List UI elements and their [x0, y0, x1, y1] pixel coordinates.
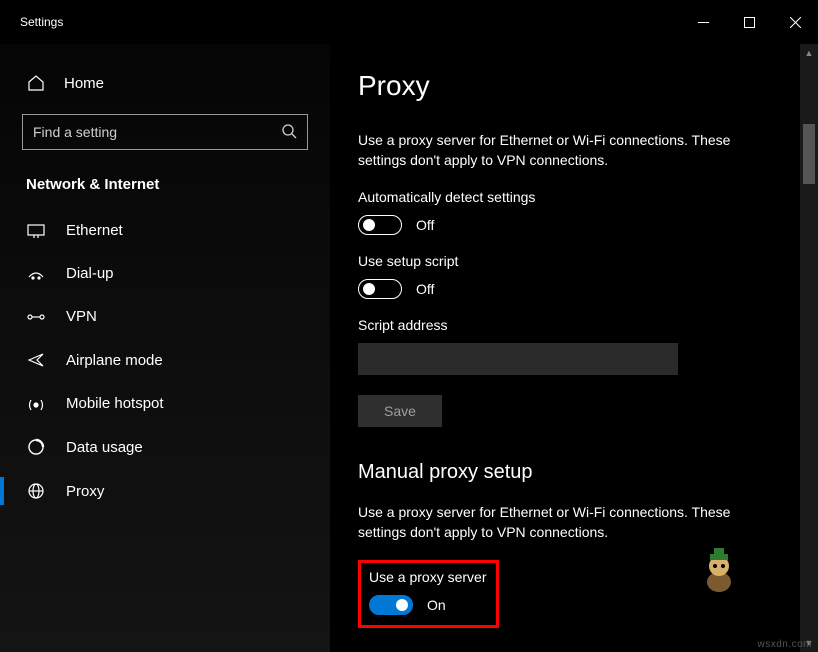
titlebar: Settings [0, 0, 818, 44]
ethernet-icon [26, 224, 46, 238]
page-title: Proxy [358, 70, 764, 102]
sidebar-item-hotspot[interactable]: Mobile hotspot [0, 382, 330, 425]
sidebar-item-label: Dial-up [66, 265, 114, 282]
sidebar: Home Network & Internet Ethernet [0, 44, 330, 652]
sidebar-section-title: Network & Internet [0, 168, 330, 209]
dialup-icon [26, 267, 46, 281]
minimize-button[interactable] [680, 6, 726, 38]
window-controls [680, 6, 818, 38]
home-label: Home [64, 75, 104, 92]
airplane-icon [26, 351, 46, 369]
setup-script-label: Use setup script [358, 253, 764, 269]
sidebar-item-label: Airplane mode [66, 352, 163, 369]
sidebar-item-label: Mobile hotspot [66, 395, 164, 412]
vertical-scrollbar[interactable]: ▲ ▼ [800, 44, 818, 652]
auto-detect-label: Automatically detect settings [358, 189, 764, 205]
use-proxy-highlight: Use a proxy server On [358, 560, 499, 628]
vpn-icon [26, 310, 46, 324]
save-button[interactable]: Save [358, 395, 442, 427]
script-address-input[interactable] [358, 343, 678, 375]
close-icon [790, 17, 801, 28]
sidebar-item-dialup[interactable]: Dial-up [0, 252, 330, 295]
scroll-thumb[interactable] [803, 124, 815, 184]
proxy-description-2: Use a proxy server for Ethernet or Wi-Fi… [358, 502, 764, 543]
home-button[interactable]: Home [0, 64, 330, 102]
search-input[interactable] [33, 124, 281, 140]
watermark-text: wsxdn.com [757, 639, 812, 650]
globe-icon [26, 482, 46, 500]
auto-detect-toggle[interactable] [358, 215, 402, 235]
search-icon [281, 123, 297, 142]
content-wrap: Proxy Use a proxy server for Ethernet or… [330, 44, 818, 652]
scroll-up-arrow-icon[interactable]: ▲ [800, 44, 818, 62]
maximize-icon [744, 17, 755, 28]
use-proxy-toggle[interactable] [369, 595, 413, 615]
sidebar-item-label: VPN [66, 308, 97, 325]
setup-script-toggle[interactable] [358, 279, 402, 299]
proxy-description-1: Use a proxy server for Ethernet or Wi-Fi… [358, 130, 764, 171]
use-proxy-row: On [369, 595, 486, 615]
sidebar-item-ethernet[interactable]: Ethernet [0, 209, 330, 252]
home-icon [26, 74, 46, 92]
data-usage-icon [26, 438, 46, 456]
sidebar-item-vpn[interactable]: VPN [0, 295, 330, 338]
minimize-icon [698, 17, 709, 28]
auto-detect-state: Off [416, 217, 434, 233]
setup-script-state: Off [416, 281, 434, 297]
sidebar-item-label: Ethernet [66, 222, 123, 239]
search-box[interactable] [22, 114, 308, 150]
window-body: Home Network & Internet Ethernet [0, 44, 818, 652]
settings-window: Settings Home [0, 0, 818, 652]
hotspot-icon [26, 396, 46, 412]
use-proxy-label: Use a proxy server [369, 569, 486, 585]
mascot-image [698, 548, 740, 594]
sidebar-item-label: Proxy [66, 483, 104, 500]
window-title: Settings [20, 15, 63, 29]
sidebar-item-datausage[interactable]: Data usage [0, 425, 330, 469]
sidebar-item-airplane[interactable]: Airplane mode [0, 338, 330, 382]
maximize-button[interactable] [726, 6, 772, 38]
manual-proxy-heading: Manual proxy setup [358, 461, 764, 484]
auto-detect-row: Off [358, 215, 764, 235]
use-proxy-state: On [427, 597, 446, 613]
close-button[interactable] [772, 6, 818, 38]
sidebar-nav: Ethernet Dial-up VPN [0, 209, 330, 513]
script-address-label: Script address [358, 317, 764, 333]
setup-script-row: Off [358, 279, 764, 299]
sidebar-item-proxy[interactable]: Proxy [0, 469, 330, 513]
sidebar-item-label: Data usage [66, 439, 143, 456]
content: Proxy Use a proxy server for Ethernet or… [330, 44, 800, 652]
